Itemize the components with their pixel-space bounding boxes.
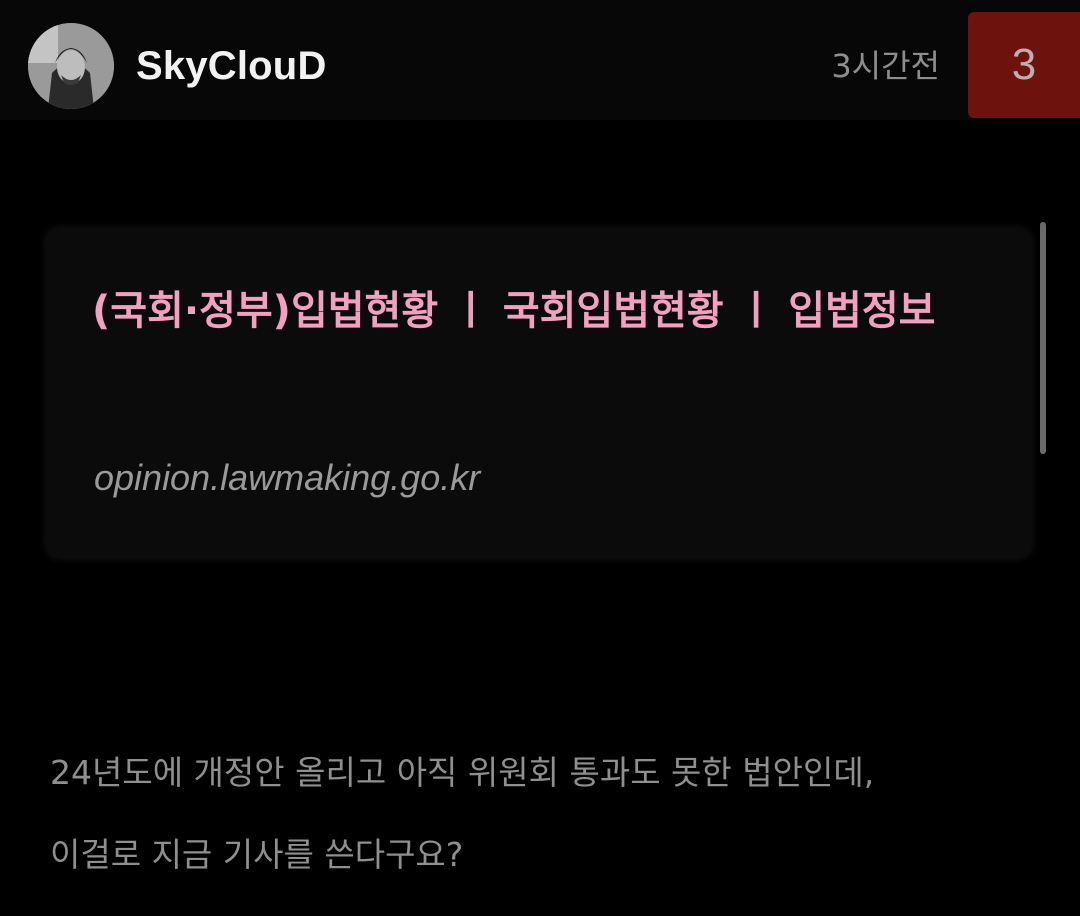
post-body-line: 24년도에 개정안 올리고 아직 위원회 통과도 못한 법안인데, bbox=[50, 753, 875, 792]
author-name[interactable]: SkyClouD bbox=[136, 40, 327, 92]
post-body: 24년도에 개정안 올리고 아직 위원회 통과도 못한 법안인데, 이걸로 지금… bbox=[50, 732, 1050, 896]
post-header: SkyClouD 3시간전 3 bbox=[0, 0, 1080, 120]
post-body-line: 이걸로 지금 기사를 쓴다구요? bbox=[50, 835, 464, 874]
comment-count-badge[interactable]: 3 bbox=[968, 12, 1080, 118]
link-preview-url[interactable]: opinion.lawmaking.go.kr bbox=[94, 454, 480, 502]
scrollbar[interactable] bbox=[1040, 222, 1046, 454]
post-timestamp: 3시간전 bbox=[831, 47, 940, 85]
link-preview-title[interactable]: (국회·정부)입법현황 ㅣ 국회입법현황 ㅣ 입법정보 bbox=[92, 276, 1012, 346]
user-avatar-icon[interactable] bbox=[28, 23, 114, 109]
